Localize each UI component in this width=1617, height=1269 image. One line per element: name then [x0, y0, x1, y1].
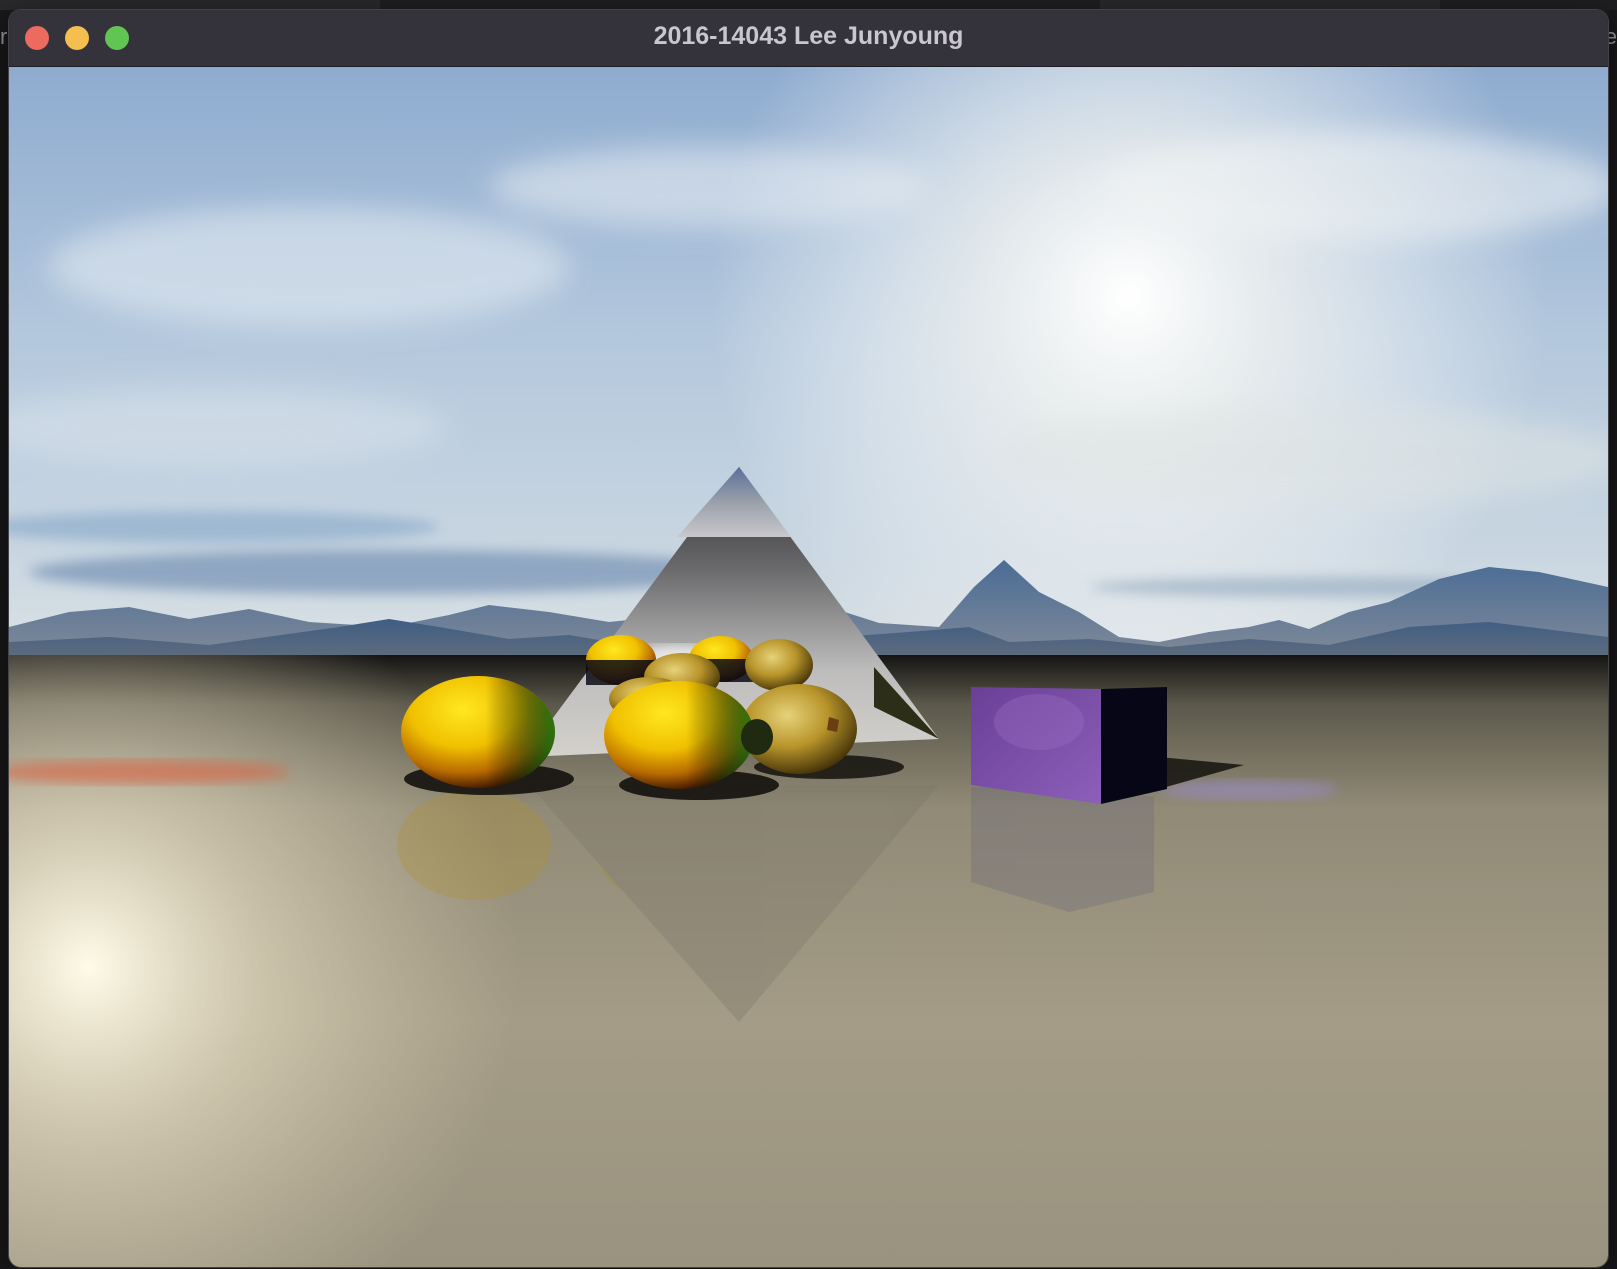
title-bar[interactable]: 2016-14043 Lee Junyoung: [9, 10, 1608, 67]
window-title: 2016-14043 Lee Junyoung: [653, 22, 964, 50]
purple-cube: [971, 687, 1167, 804]
render-viewport[interactable]: [9, 67, 1608, 1267]
background-window-left-text: r: [0, 24, 8, 49]
scene-canvas: [9, 67, 1608, 1267]
background-desktop-strip: [0, 0, 1617, 10]
background-window-right: [1609, 10, 1617, 1269]
yellow-sphere-left: [401, 676, 555, 788]
floor-purple-reflection: [1159, 780, 1339, 800]
background-window-left: [0, 10, 9, 1269]
app-window: 2016-14043 Lee Junyoung: [9, 10, 1608, 1267]
